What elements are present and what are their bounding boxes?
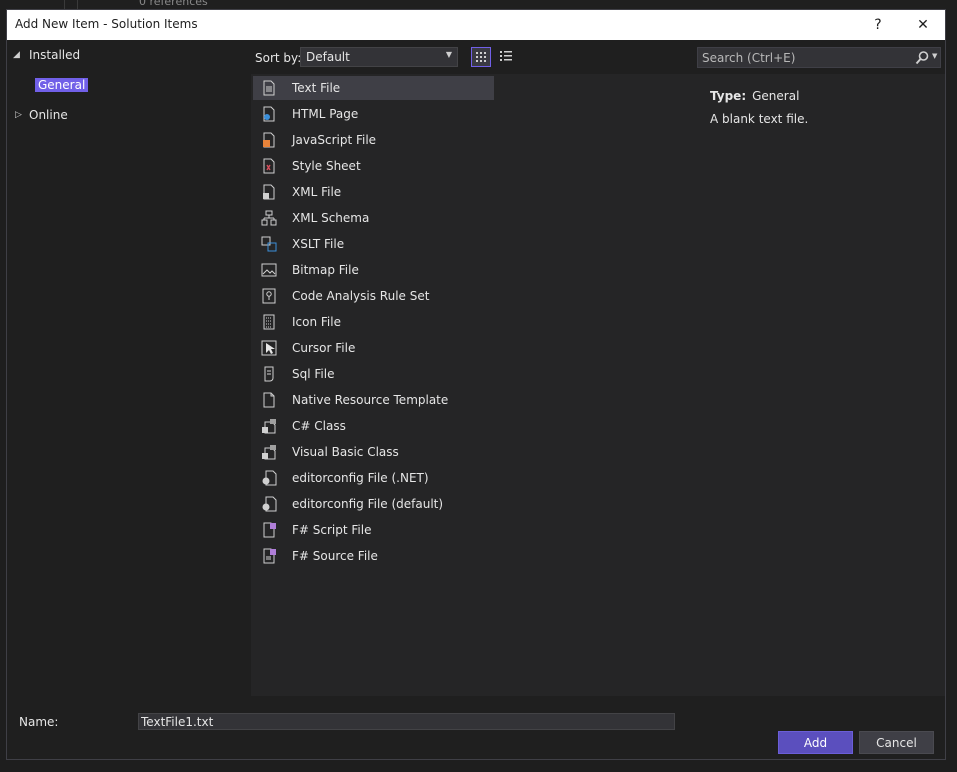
rule-set-icon (261, 288, 277, 304)
template-item-label: F# Source File (292, 549, 378, 563)
collapsed-arrow-icon[interactable]: ▷ (15, 106, 25, 124)
template-item[interactable]: HTML Page (253, 102, 494, 126)
type-value: General (752, 89, 800, 103)
javascript-file-icon (261, 132, 277, 148)
tree-node-label: Installed (29, 48, 81, 62)
template-item[interactable]: Text File (253, 76, 494, 100)
dropdown-arrow-icon: ▼ (445, 50, 452, 59)
dialog-title: Add New Item - Solution Items (15, 17, 198, 31)
search-icon[interactable] (914, 50, 930, 66)
icon-file-icon (261, 314, 277, 330)
template-item[interactable]: C# Class (253, 414, 494, 438)
fsharp-script-icon (261, 522, 277, 538)
template-item[interactable]: JavaScript File (253, 128, 494, 152)
bitmap-file-icon (261, 262, 277, 278)
sql-file-icon (261, 366, 277, 382)
type-label: Type: (710, 89, 747, 103)
expanded-arrow-icon[interactable]: ◢ (13, 46, 23, 64)
text-file-icon (261, 80, 277, 96)
close-button[interactable]: ✕ (910, 15, 936, 35)
template-item-label: Cursor File (292, 341, 356, 355)
csharp-class-icon (261, 418, 277, 434)
template-item[interactable]: Code Analysis Rule Set (253, 284, 494, 308)
style-sheet-icon (261, 158, 277, 174)
template-item[interactable]: editorconfig File (.NET) (253, 466, 494, 490)
template-item-label: Native Resource Template (292, 393, 449, 407)
editorconfig-icon (261, 470, 277, 486)
template-item-label: JavaScript File (292, 133, 377, 147)
xslt-file-icon (261, 236, 277, 252)
template-item-label: editorconfig File (default) (292, 497, 444, 511)
template-description: A blank text file. (710, 112, 809, 126)
template-item[interactable]: F# Script File (253, 518, 494, 542)
title-bar: Add New Item - Solution Items ? ✕ (7, 10, 945, 40)
search-input[interactable] (702, 49, 902, 66)
list-view-button[interactable] (497, 47, 517, 67)
template-item[interactable]: Sql File (253, 362, 494, 386)
template-item[interactable]: Style Sheet (253, 154, 494, 178)
sort-toolbar: Sort by: Default ▼ (251, 40, 697, 74)
html-page-icon (261, 106, 277, 122)
add-new-item-dialog: Add New Item - Solution Items ? ✕ ◢ Inst… (6, 9, 946, 760)
search-options-arrow-icon[interactable]: ▼ (932, 52, 937, 60)
template-item[interactable]: Bitmap File (253, 258, 494, 282)
tree-node-general[interactable]: General (35, 76, 89, 94)
template-list: Text File HTML Page JavaScript File Style S… (251, 74, 697, 696)
template-item-label: HTML Page (292, 107, 359, 121)
template-item[interactable]: Icon File (253, 310, 494, 334)
xml-schema-icon (261, 210, 277, 226)
tree-node-installed[interactable]: ◢ Installed (13, 46, 213, 64)
template-item[interactable]: editorconfig File (default) (253, 492, 494, 516)
code-lens-references[interactable]: 0 references (139, 0, 208, 8)
add-button[interactable]: Add (778, 731, 853, 754)
name-label: Name: (19, 715, 59, 729)
template-item-label: Code Analysis Rule Set (292, 289, 430, 303)
template-item-label: C# Class (292, 419, 346, 433)
template-type: Type: General (710, 89, 799, 103)
dialog-footer: Name: Add Cancel (7, 696, 945, 759)
template-item-label: Style Sheet (292, 159, 361, 173)
template-item-label: XSLT File (292, 237, 345, 251)
template-item-label: F# Script File (292, 523, 372, 537)
template-item-label: Sql File (292, 367, 335, 381)
template-item[interactable]: Native Resource Template (253, 388, 494, 412)
template-details: Type: General A blank text file. (697, 74, 945, 696)
list-view-icon (500, 51, 512, 61)
medium-icons-view-button[interactable] (471, 47, 491, 67)
xml-file-icon (261, 184, 277, 200)
template-item[interactable]: XML Schema (253, 206, 494, 230)
template-category-tree: ◢ Installed General ▷ Online (7, 40, 251, 696)
sort-by-dropdown[interactable]: Default ▼ (300, 47, 458, 67)
template-item[interactable]: Visual Basic Class (253, 440, 494, 464)
tree-node-label: General (35, 78, 89, 92)
fsharp-source-icon (261, 548, 277, 564)
template-item-label: Visual Basic Class (292, 445, 399, 459)
template-item-label: editorconfig File (.NET) (292, 471, 429, 485)
template-item[interactable]: XML File (253, 180, 494, 204)
cursor-file-icon (261, 340, 277, 356)
cancel-button[interactable]: Cancel (859, 731, 934, 754)
template-item-label: Text File (292, 81, 341, 95)
template-item[interactable]: XSLT File (253, 232, 494, 256)
name-input[interactable] (138, 713, 675, 730)
grid-view-icon (476, 52, 486, 62)
template-item[interactable]: F# Source File (253, 544, 494, 568)
help-button[interactable]: ? (865, 15, 891, 35)
search-box[interactable]: ▼ (697, 47, 941, 68)
tree-node-label: Online (29, 108, 68, 122)
template-item-label: XML File (292, 185, 342, 199)
editorconfig-icon (261, 496, 277, 512)
template-item[interactable]: Cursor File (253, 336, 494, 360)
template-item-label: Icon File (292, 315, 341, 329)
sort-by-label: Sort by: (255, 51, 302, 65)
sort-by-value: Default (306, 50, 350, 64)
template-item-label: XML Schema (292, 211, 370, 225)
resource-template-icon (261, 392, 277, 408)
tree-node-online[interactable]: ▷ Online (13, 106, 213, 124)
template-item-label: Bitmap File (292, 263, 359, 277)
vb-class-icon (261, 444, 277, 460)
